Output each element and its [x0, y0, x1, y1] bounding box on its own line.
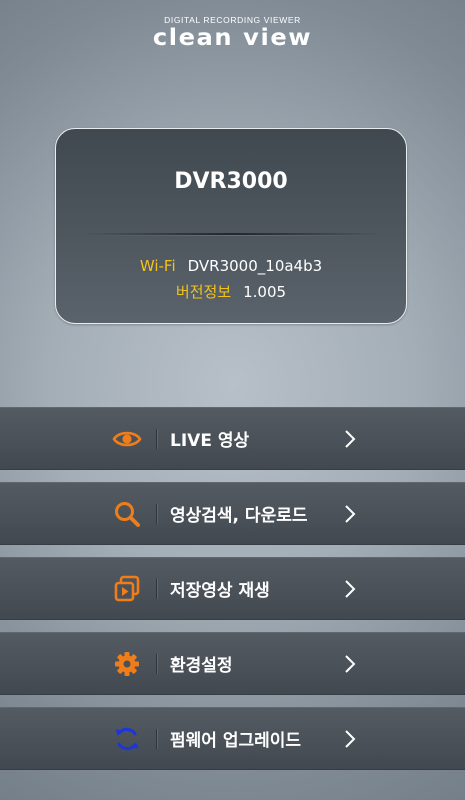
refresh-icon [112, 724, 142, 754]
menu-item-live-video[interactable]: LIVE 영상 [0, 407, 465, 470]
menu-separator [156, 429, 157, 449]
menu-item-search-download[interactable]: 영상검색, 다운로드 [0, 482, 465, 545]
chevron-right-icon [342, 428, 358, 450]
chevron-right-icon [342, 578, 358, 600]
search-icon [112, 499, 142, 529]
app-subtitle: DIGITAL RECORDING VIEWER [164, 15, 301, 25]
menu-item-settings[interactable]: 환경설정 [0, 632, 465, 695]
version-row: 버전정보 1.005 [56, 281, 406, 302]
menu-item-label: 환경설정 [170, 656, 233, 676]
device-name: DVR3000 [174, 169, 288, 194]
playback-icon [112, 574, 142, 604]
menu-item-label: LIVE 영상 [170, 431, 250, 451]
wifi-label: Wi-Fi [139, 257, 176, 275]
wifi-row: Wi-Fi DVR3000_10a4b3 [56, 257, 406, 275]
device-info-card: DVR3000 Wi-Fi DVR3000_10a4b3 버전정보 1.005 [55, 128, 407, 324]
menu-item-label: 저장영상 재생 [170, 581, 270, 601]
chevron-right-icon [342, 653, 358, 675]
chevron-right-icon [342, 728, 358, 750]
eye-icon [112, 424, 142, 454]
gear-icon [112, 649, 142, 679]
menu-item-saved-playback[interactable]: 저장영상 재생 [0, 557, 465, 620]
chevron-right-icon [342, 503, 358, 525]
menu-item-firmware-upgrade[interactable]: 펌웨어 업그레이드 [0, 707, 465, 770]
menu-separator [156, 654, 157, 674]
version-label: 버전정보 [175, 283, 232, 301]
app-logo: clean view [152, 25, 313, 51]
version-value: 1.005 [243, 283, 287, 301]
menu-separator [156, 504, 157, 524]
menu-separator [156, 729, 157, 749]
menu-separator [156, 579, 157, 599]
wifi-value: DVR3000_10a4b3 [187, 257, 323, 275]
menu-item-label: 영상검색, 다운로드 [170, 506, 308, 526]
menu-item-label: 펌웨어 업그레이드 [170, 731, 302, 751]
